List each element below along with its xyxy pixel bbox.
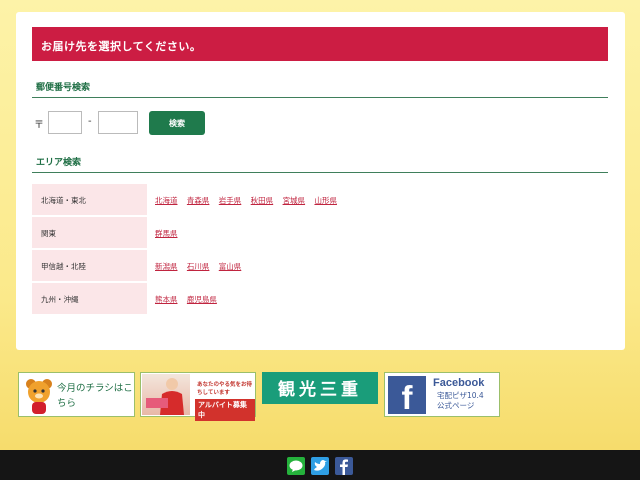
postal-mark-icon: 〒: [34, 120, 44, 131]
area-row-tohoku: 北海道・東北 北海道 青森県 岩手県 秋田県 宮城県 山形県: [32, 184, 608, 217]
twitter-icon[interactable]: [311, 457, 329, 475]
zip-second-input[interactable]: [98, 111, 138, 134]
facebook-icon[interactable]: [335, 457, 353, 475]
pref-link[interactable]: 石川県: [187, 262, 210, 271]
pref-link[interactable]: 青森県: [187, 196, 210, 205]
pref-link[interactable]: 秋田県: [251, 196, 274, 205]
delivery-notice: お届け先を選択してください。: [32, 27, 608, 61]
zip-dash: -: [88, 116, 92, 127]
recruit-banner[interactable]: あなたのやる気をお待ちしています アルバイト募集中: [140, 372, 256, 421]
flyer-banner[interactable]: 今月のチラシはこちら: [18, 372, 135, 417]
area-search-title: エリア検索: [32, 151, 608, 173]
pref-link[interactable]: 岩手県: [219, 196, 242, 205]
pref-link[interactable]: 山形県: [314, 196, 337, 205]
pref-link[interactable]: 新潟県: [155, 262, 178, 271]
pref-link[interactable]: 熊本県: [155, 295, 178, 304]
zip-first-input[interactable]: [48, 111, 82, 134]
pref-link[interactable]: 北海道: [155, 196, 178, 205]
region-label: 甲信越・北陸: [32, 250, 147, 281]
facebook-subtitle: 宅配ピザ10.4 公式ページ: [437, 391, 484, 410]
recruit-label: アルバイト募集中: [195, 399, 255, 421]
kanko-mie-banner[interactable]: 観光三重: [262, 372, 378, 404]
area-row-kanto: 関東 群馬県: [32, 217, 608, 250]
facebook-logo-icon: f: [388, 376, 426, 416]
region-label: 関東: [32, 217, 147, 248]
region-label: 九州・沖縄: [32, 283, 147, 314]
facebook-banner[interactable]: f Facebook 宅配ピザ10.4 公式ページ: [384, 372, 500, 417]
mascot-icon: [26, 379, 52, 414]
pref-link[interactable]: 群馬県: [155, 229, 178, 238]
flyer-text: 今月のチラシはこちら: [57, 383, 133, 409]
line-icon[interactable]: [287, 457, 305, 475]
recruit-photo: [142, 374, 190, 415]
footer: [0, 450, 640, 480]
pref-link[interactable]: 富山県: [219, 262, 242, 271]
area-table: 北海道・東北 北海道 青森県 岩手県 秋田県 宮城県 山形県 関東 群馬県 甲信…: [32, 184, 608, 316]
pref-link[interactable]: 宮城県: [283, 196, 306, 205]
recruit-tagline: あなたのやる気をお待ちしています: [197, 382, 253, 396]
area-row-koshinetsu: 甲信越・北陸 新潟県 石川県 富山県: [32, 250, 608, 283]
pref-link[interactable]: 鹿児島県: [187, 295, 217, 304]
region-label: 北海道・東北: [32, 184, 147, 215]
zip-search-row: 〒 - 検索: [32, 110, 332, 136]
area-row-kyushu: 九州・沖縄 熊本県 鹿児島県: [32, 283, 608, 316]
facebook-title: Facebook: [433, 377, 485, 389]
zip-search-button[interactable]: 検索: [149, 111, 205, 135]
zip-search-title: 郵便番号検索: [32, 76, 608, 98]
kanko-mie-text: 観光三重: [278, 380, 362, 400]
staff-icon: [146, 378, 184, 415]
